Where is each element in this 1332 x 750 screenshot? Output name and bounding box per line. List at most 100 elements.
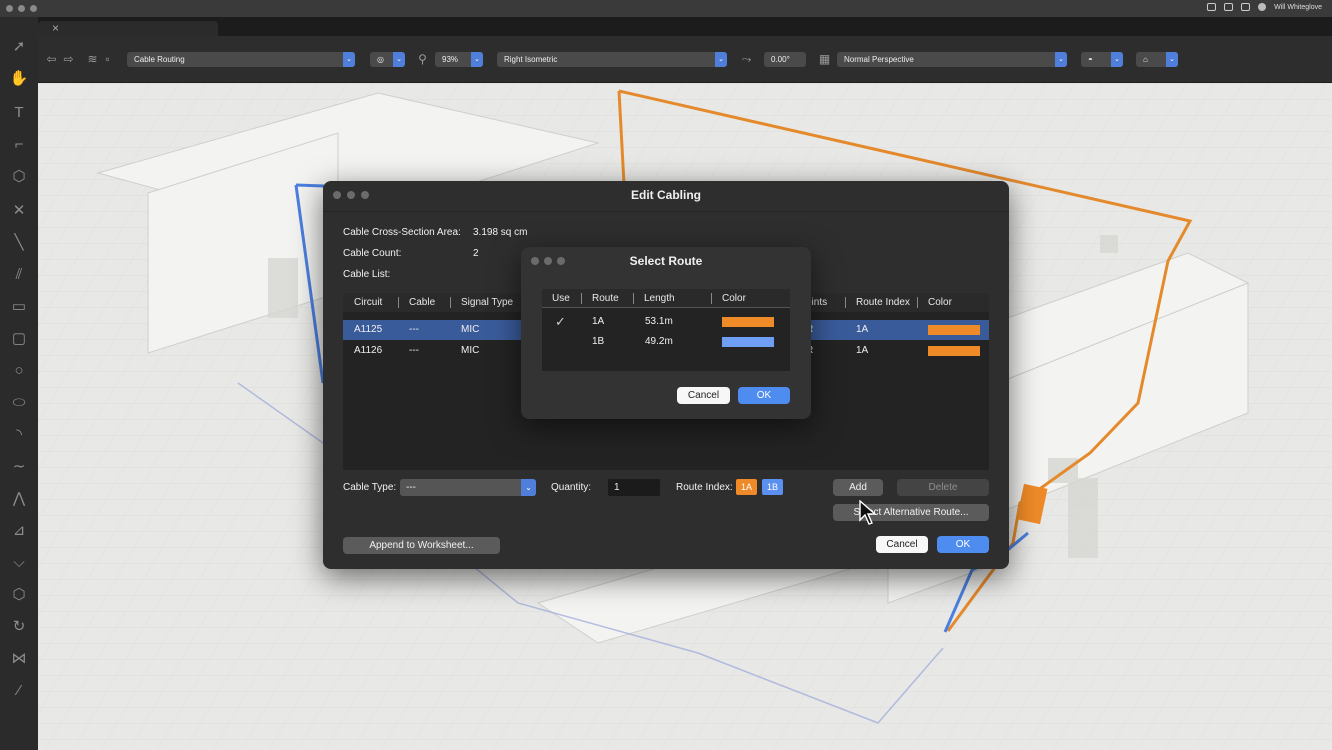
pan-tool-icon[interactable]: ✋	[9, 69, 29, 89]
row-circuit: A1125	[354, 324, 383, 335]
view-select[interactable]: Right Isometric ⌄	[497, 52, 727, 67]
row-signal-type: MIC	[461, 345, 480, 356]
arc-tool-icon[interactable]: ◝	[9, 425, 29, 445]
row-color-swatch	[928, 325, 980, 335]
view-select-value: Right Isometric	[504, 55, 558, 64]
ok-button[interactable]: OK	[738, 387, 790, 404]
locus-tool-icon[interactable]: ✕	[9, 201, 29, 221]
chevron-down-icon: ⌄	[521, 479, 536, 496]
angle-field[interactable]: 0.00°	[764, 52, 806, 67]
angle-value: 0.00°	[771, 55, 790, 64]
route-row[interactable]: 1B 49.2m	[542, 332, 790, 352]
zoom-magnifier-icon[interactable]: ⚲	[416, 53, 429, 66]
add-button[interactable]: Add	[833, 479, 883, 496]
ok-button[interactable]: OK	[937, 536, 989, 553]
append-to-worksheet-button[interactable]: Append to Worksheet...	[343, 537, 500, 554]
symbol-tool-icon[interactable]: ⬡	[9, 167, 29, 187]
tool-palette: ➚ ✋ T ⌐ ⬡ ✕ ╲ ⫽ ▭ ▢ ○ ⬭ ◝ ∼ ⋀ ⊿ ⌵ ⬡ ↻ ⋈ …	[0, 17, 38, 750]
col-route[interactable]: Route	[592, 289, 619, 308]
quantity-field[interactable]: 1	[608, 479, 660, 496]
route-name: 1A	[592, 316, 605, 327]
layers-icon[interactable]: ≋	[86, 53, 99, 66]
mirror-tool-icon[interactable]: ⋈	[9, 649, 29, 669]
window-zoom-button[interactable]	[30, 5, 37, 12]
dialog-title: Select Route	[629, 254, 703, 268]
col-route-index[interactable]: Route Index	[856, 293, 910, 312]
cancel-button[interactable]: Cancel	[677, 387, 730, 404]
route-index-1b-chip[interactable]: 1B	[762, 479, 783, 495]
eyedropper-tool-icon[interactable]: ⁄	[9, 681, 29, 701]
double-polygon-tool-icon[interactable]: ⌵	[9, 553, 29, 573]
double-line-tool-icon[interactable]: ⫽	[9, 265, 29, 285]
camera-select[interactable]: ⌂ ⌄	[1136, 52, 1178, 67]
cable-count-value: 2	[473, 248, 479, 259]
delete-button[interactable]: Delete	[897, 479, 989, 496]
window-close-button[interactable]	[6, 5, 13, 12]
col-color[interactable]: Color	[928, 293, 952, 312]
column-separator	[450, 297, 451, 308]
user-name[interactable]: Will Whiteglove	[1274, 4, 1322, 11]
oval-tool-icon[interactable]: ⬭	[9, 393, 29, 413]
route-index-1a-chip[interactable]: 1A	[736, 479, 757, 495]
close-tab-icon[interactable]: ×	[52, 21, 59, 35]
render-mode-select[interactable]: ◎ ⌄	[370, 52, 405, 67]
row-cable: ---	[409, 345, 419, 356]
perspective-icon[interactable]: ▦	[818, 53, 831, 66]
blue-route-top[interactable]	[295, 183, 325, 188]
col-color[interactable]: Color	[722, 289, 746, 308]
perspective-select-value: Normal Perspective	[844, 55, 914, 64]
lighting-select[interactable]: ◓ ⌄	[1081, 52, 1123, 67]
window-minimize-button[interactable]	[18, 5, 25, 12]
callout-tool-icon[interactable]: ⌐	[9, 135, 29, 155]
title-divider	[323, 211, 1009, 212]
col-use[interactable]: Use	[552, 289, 570, 308]
cable-type-label: Cable Type:	[343, 482, 397, 493]
col-signal-type[interactable]: Signal Type	[461, 293, 513, 312]
circle-tool-icon[interactable]: ○	[9, 361, 29, 381]
cable-type-select[interactable]: --- ⌄	[400, 479, 536, 496]
tools-icon[interactable]	[1224, 3, 1234, 11]
column-separator	[581, 293, 582, 304]
document-tab[interactable]: ×	[38, 21, 218, 36]
route-color-swatch	[722, 337, 774, 347]
mail-icon[interactable]	[1241, 3, 1251, 11]
cancel-button[interactable]: Cancel	[876, 536, 928, 553]
column-separator	[917, 297, 918, 308]
chevron-down-icon: ⌄	[1166, 52, 1178, 67]
row-cable: ---	[409, 324, 419, 335]
select-route-dialog: Select Route Use Route Length Color ✓ 1A…	[521, 247, 811, 419]
chevron-down-icon: ⌄	[715, 52, 727, 67]
text-tool-icon[interactable]: T	[9, 103, 29, 123]
view-toolbar: ⇦ ⇨ ≋ ▫ Cable Routing ⌄ ◎ ⌄ ⚲ 93% ⌄ Righ…	[38, 36, 1332, 83]
col-length[interactable]: Length	[644, 289, 675, 308]
user-avatar-icon[interactable]	[1258, 3, 1267, 11]
spiral-tool-icon[interactable]: ↻	[9, 617, 29, 637]
chevron-down-icon: ⌄	[1111, 52, 1123, 67]
class-select-value: Cable Routing	[134, 55, 185, 64]
route-length: 49.2m	[645, 336, 673, 347]
back-arrow-icon[interactable]: ⇦	[45, 53, 58, 66]
chevron-down-icon: ⌄	[343, 52, 355, 67]
sheet-icon[interactable]: ▫	[101, 53, 114, 66]
zoom-select[interactable]: 93% ⌄	[435, 52, 483, 67]
regular-polygon-tool-icon[interactable]: ⬡	[9, 585, 29, 605]
row-circuit: A1126	[354, 345, 383, 356]
select-alternative-route-button[interactable]: Select Alternative Route...	[833, 504, 989, 521]
polygon-tool-icon[interactable]: ⊿	[9, 521, 29, 541]
polyline-tool-icon[interactable]: ⋀	[9, 489, 29, 509]
use-checkmark-icon[interactable]: ✓	[555, 312, 566, 332]
home-icon[interactable]	[1207, 3, 1217, 11]
rectangle-tool-icon[interactable]: ▭	[9, 297, 29, 317]
selection-tool-icon[interactable]: ➚	[9, 37, 29, 57]
freehand-tool-icon[interactable]: ∼	[9, 457, 29, 477]
class-select[interactable]: Cable Routing ⌄	[127, 52, 355, 67]
quantity-label: Quantity:	[551, 482, 592, 493]
forward-arrow-icon[interactable]: ⇨	[62, 53, 75, 66]
route-row[interactable]: ✓ 1A 53.1m	[542, 312, 790, 332]
perspective-select[interactable]: Normal Perspective ⌄	[837, 52, 1067, 67]
line-tool-icon[interactable]: ╲	[9, 233, 29, 253]
col-circuit[interactable]: Circuit	[354, 293, 382, 312]
rounded-rectangle-tool-icon[interactable]: ▢	[9, 329, 29, 349]
working-plane-icon[interactable]: ⤳	[740, 53, 753, 66]
col-cable[interactable]: Cable	[409, 293, 435, 312]
